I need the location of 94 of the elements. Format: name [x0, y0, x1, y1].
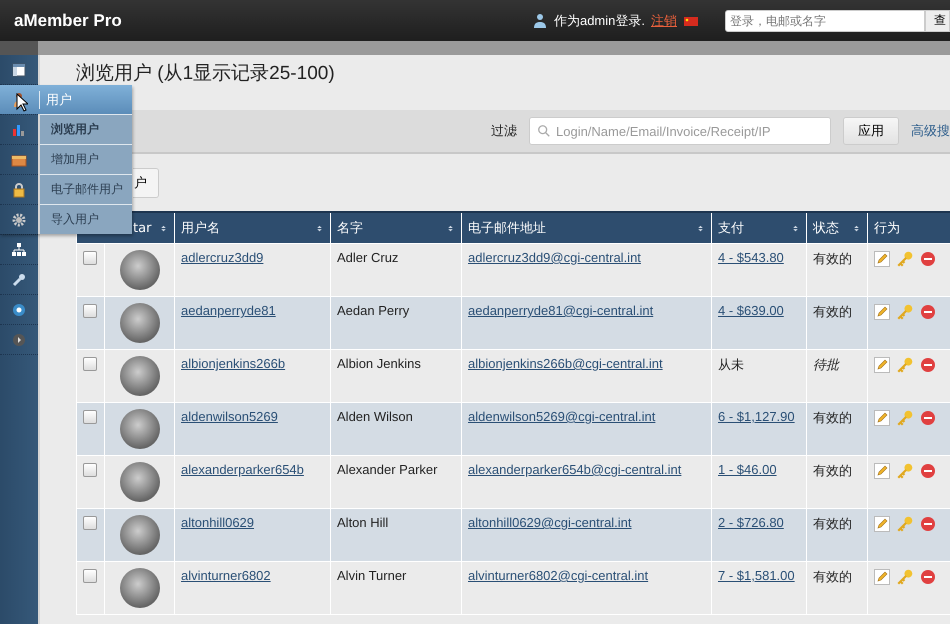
add-user-button[interactable]: 户	[133, 168, 159, 198]
wrench-icon	[11, 272, 27, 288]
delete-icon[interactable]	[920, 357, 936, 373]
search-button[interactable]: 查	[925, 10, 950, 32]
column-header[interactable]: 用户名	[174, 212, 331, 244]
status-text: 有效的	[813, 304, 852, 319]
user-name: Alden Wilson	[337, 409, 413, 424]
advanced-search-link[interactable]: 高级搜	[911, 122, 950, 140]
page-title: 浏览用户 (从1显示记录25-100)	[76, 63, 335, 84]
edit-icon[interactable]	[874, 357, 890, 373]
avatar-photo-placeholder	[120, 356, 160, 396]
column-header[interactable]: 支付	[712, 212, 807, 244]
status-text: 有效的	[813, 569, 852, 584]
sort-icon[interactable]	[159, 224, 168, 232]
search-icon	[537, 124, 551, 138]
login-link[interactable]: alvinturner6802	[181, 568, 271, 583]
edit-icon[interactable]	[874, 410, 890, 426]
user-icon	[532, 12, 548, 28]
gear-icon	[11, 212, 27, 228]
delete-icon[interactable]	[920, 463, 936, 479]
column-header: 行为	[868, 212, 950, 244]
status-text: 待批	[813, 357, 840, 372]
edit-icon[interactable]	[874, 516, 890, 532]
row-checkbox[interactable]	[83, 410, 97, 424]
email-link[interactable]: altonhill0629@cgi-central.int	[468, 515, 632, 530]
layout-icon	[11, 62, 27, 78]
delete-icon[interactable]	[920, 516, 936, 532]
filter-label: 过滤	[491, 123, 517, 140]
user-name: Alvin Turner	[337, 568, 406, 583]
row-checkbox[interactable]	[83, 463, 97, 477]
avatar-photo-placeholder	[120, 250, 160, 290]
user-name: Aedan Perry	[337, 303, 410, 318]
avatar-photo-placeholder	[120, 462, 160, 502]
mouse-cursor-icon	[16, 93, 28, 112]
payments-link[interactable]: 1 - $46.00	[718, 462, 777, 477]
lock-icon	[11, 182, 27, 198]
column-header[interactable]: 电子邮件地址	[462, 212, 712, 244]
status-text: 有效的	[813, 410, 852, 425]
menu-item[interactable]: 增加用户	[40, 144, 132, 174]
menu-item[interactable]: 导入用户	[40, 204, 132, 234]
edit-icon[interactable]	[874, 569, 890, 585]
user-name: Albion Jenkins	[337, 356, 421, 371]
app-logo: aMember Pro	[14, 10, 122, 30]
email-link[interactable]: adlercruz3dd9@cgi-central.int	[468, 250, 641, 265]
payments-text: 从未	[718, 357, 744, 372]
edit-icon[interactable]	[874, 304, 890, 320]
user-name: Adler Cruz	[337, 250, 398, 265]
column-header[interactable]: 名字	[330, 212, 462, 244]
sort-icon	[791, 224, 800, 232]
sort-icon	[696, 224, 706, 232]
login-link[interactable]: aedanperryde81	[181, 303, 276, 318]
status-text: 有效的	[813, 251, 852, 266]
edit-icon[interactable]	[874, 463, 890, 479]
menu-item[interactable]: 浏览用户	[40, 114, 132, 144]
row-checkbox[interactable]	[83, 516, 97, 530]
avatar-photo-placeholder	[120, 568, 160, 608]
sort-icon	[315, 224, 324, 232]
sort-icon	[852, 224, 862, 232]
avatar-photo-placeholder	[120, 515, 160, 555]
avatar-photo-placeholder	[120, 409, 160, 449]
menu-item[interactable]: 电子邮件用户	[40, 174, 132, 204]
filter-field[interactable]: Login/Name/Email/Invoice/Receipt/IP	[529, 117, 831, 145]
column-header[interactable]: 状态	[806, 212, 868, 244]
payments-link[interactable]: 4 - $639.00	[718, 303, 784, 318]
delete-icon[interactable]	[920, 569, 936, 585]
edit-icon[interactable]	[874, 251, 890, 267]
login-link[interactable]: albionjenkins266b	[181, 356, 286, 371]
sidebar-header	[0, 41, 38, 55]
sort-icon	[446, 224, 456, 232]
delete-icon[interactable]	[920, 304, 936, 320]
status-text: 有效的	[813, 516, 852, 531]
avatar-photo-placeholder	[120, 303, 160, 343]
login-link[interactable]: aldenwilson5269	[181, 409, 278, 424]
status-text: 有效的	[813, 463, 852, 478]
payments-link[interactable]: 4 - $543.80	[718, 250, 784, 265]
sitemap-icon	[11, 242, 27, 258]
row-checkbox[interactable]	[83, 251, 97, 265]
apply-button[interactable]: 应用	[843, 117, 899, 145]
column-header[interactable]: tar	[133, 220, 152, 236]
logout-link[interactable]: 注销	[651, 12, 677, 30]
login-status: 作为admin登录.	[554, 12, 645, 30]
login-link[interactable]: altonhill0629	[181, 515, 254, 530]
arrow-right-icon	[11, 332, 27, 348]
login-link[interactable]: adlercruz3dd9	[181, 250, 264, 265]
delete-icon[interactable]	[920, 410, 936, 426]
row-checkbox[interactable]	[83, 304, 97, 318]
payments-link[interactable]: 2 - $726.80	[718, 515, 784, 530]
help-icon	[11, 302, 27, 318]
user-name: Alexander Parker	[337, 462, 438, 477]
row-checkbox[interactable]	[83, 569, 97, 583]
delete-icon[interactable]	[920, 251, 936, 267]
user-name: Alton Hill	[337, 515, 388, 530]
search-field[interactable]: 登录，电邮或名字	[725, 10, 925, 32]
row-checkbox[interactable]	[83, 357, 97, 371]
